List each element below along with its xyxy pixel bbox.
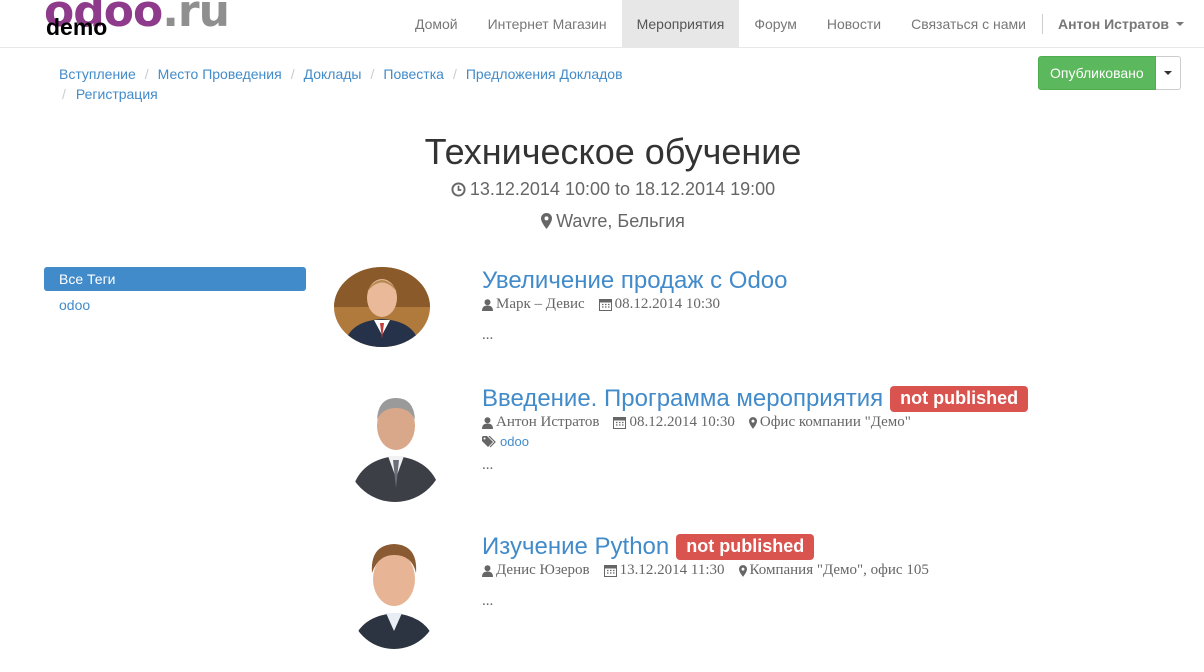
talk-tags: odoo — [482, 434, 1028, 449]
talk-place-text: Компания "Демо", офис 105 — [749, 562, 929, 578]
event-date: 13.12.2014 10:00 to 18.12.2014 19:00 — [0, 178, 1204, 200]
user-menu[interactable]: Антон Истратов — [1043, 0, 1204, 47]
talk-body: Увеличение продаж с Odoo Марк – Девис 08… — [482, 267, 787, 344]
nav-news[interactable]: Новости — [812, 0, 896, 47]
breadcrumb-agenda[interactable]: Повестка — [383, 64, 444, 85]
talk-body: Изучение Python not published Денис Юзер… — [482, 533, 943, 610]
main-menu: Домой Интернет Магазин Мероприятия Форум… — [400, 0, 1204, 47]
map-marker-icon — [541, 213, 553, 229]
talk-speaker-name: Антон Истратов — [496, 414, 600, 430]
talk-speaker-name: Марк – Девис — [496, 296, 585, 312]
speaker-photo — [334, 267, 430, 347]
calendar-icon — [613, 417, 627, 429]
talk-title: Изучение Python not published — [482, 533, 943, 561]
breadcrumb-intro[interactable]: Вступление — [59, 64, 136, 85]
event-location-text: Wavre, Бельгия — [556, 211, 685, 231]
talk-speaker: Марк – Девис — [482, 296, 585, 313]
talk-place-text: Офис компании "Демо" — [759, 414, 911, 430]
calendar-icon — [603, 565, 617, 577]
user-icon — [482, 298, 493, 311]
talk-speaker-name: Денис Юзеров — [496, 562, 590, 578]
talk-title: Увеличение продаж с Odoo — [482, 267, 787, 295]
top-navbar: odoo.ru demo Домой Интернет Магазин Меро… — [0, 0, 1204, 48]
tag-filter-sidebar: Все Теги odoo — [44, 267, 306, 317]
speaker-avatar — [346, 386, 444, 502]
caret-down-icon — [1163, 71, 1172, 75]
user-icon — [482, 416, 493, 429]
breadcrumb-separator: / — [370, 66, 375, 82]
breadcrumb: Вступление / Место Проведения / Доклады … — [59, 64, 739, 105]
breadcrumb-separator: / — [452, 66, 457, 82]
talk-speaker: Денис Юзеров — [482, 562, 590, 579]
nav-shop[interactable]: Интернет Магазин — [473, 0, 622, 47]
talk-tag-odoo[interactable]: odoo — [500, 434, 529, 449]
talk-datetime-text: 08.12.2014 10:30 — [629, 414, 735, 430]
tag-odoo[interactable]: odoo — [44, 293, 306, 317]
not-published-badge: not published — [676, 534, 815, 560]
talk-datetime: 13.12.2014 11:30 — [603, 562, 725, 579]
user-name: Антон Истратов — [1057, 15, 1169, 32]
tag-all[interactable]: Все Теги — [44, 267, 306, 291]
site-logo[interactable]: odoo.ru demo — [44, 0, 234, 46]
talk-summary: ... — [482, 327, 494, 343]
talk-datetime-text: 08.12.2014 10:30 — [614, 296, 721, 312]
talk-place: Компания "Демо", офис 105 — [738, 562, 929, 579]
calendar-icon — [598, 299, 612, 311]
user-icon — [482, 564, 493, 577]
breadcrumb-proposals[interactable]: Предложения Докладов — [466, 64, 623, 85]
breadcrumb-separator: / — [290, 66, 295, 82]
nav-events[interactable]: Мероприятия — [621, 0, 740, 47]
nav-home[interactable]: Домой — [400, 0, 473, 47]
breadcrumb-separator: / — [144, 66, 149, 82]
speaker-photo — [346, 386, 444, 502]
breadcrumb-separator: / — [62, 86, 66, 102]
talk-summary: ... — [482, 593, 494, 609]
breadcrumb-talks[interactable]: Доклады — [304, 64, 362, 85]
talk-datetime: 08.12.2014 10:30 — [598, 296, 721, 313]
map-marker-icon — [748, 416, 757, 429]
talk-place: Офис компании "Демо" — [748, 414, 911, 431]
map-marker-icon — [738, 564, 747, 577]
talk-datetime-text: 13.12.2014 11:30 — [619, 562, 725, 578]
talk-summary: ... — [482, 457, 494, 473]
talk-title-link[interactable]: Введение. Программа мероприятия — [482, 385, 883, 413]
publish-dropdown-toggle[interactable] — [1155, 56, 1181, 90]
logo-demo-overlay: demo — [46, 14, 108, 40]
talk-meta: Антон Истратов 08.12.2014 10:30 Офис ком… — [482, 414, 1028, 431]
breadcrumb-venue[interactable]: Место Проведения — [158, 64, 282, 85]
publish-button-group: Опубликовано — [1038, 56, 1181, 90]
published-button[interactable]: Опубликовано — [1038, 56, 1156, 90]
speaker-photo — [350, 535, 438, 649]
talk-speaker: Антон Истратов — [482, 414, 599, 431]
talk-title-link[interactable]: Изучение Python — [482, 533, 669, 561]
caret-down-icon — [1176, 21, 1184, 26]
clock-icon — [451, 182, 466, 197]
event-title: Техническое обучение — [424, 131, 802, 172]
talk-meta: Марк – Девис 08.12.2014 10:30 — [482, 296, 787, 313]
speaker-avatar — [350, 535, 438, 649]
nav-forum[interactable]: Форум — [739, 0, 812, 47]
speaker-avatar — [334, 267, 430, 347]
event-location: Wavre, Бельгия — [0, 210, 1204, 232]
talk-title: Введение. Программа мероприятия not publ… — [482, 385, 1029, 413]
talk-body: Введение. Программа мероприятия not publ… — [482, 385, 1029, 474]
breadcrumb-registration[interactable]: Регистрация — [76, 84, 158, 105]
not-published-badge: not published — [890, 386, 1029, 412]
nav-contact[interactable]: Связаться с нами — [896, 0, 1041, 47]
talk-title-link[interactable]: Увеличение продаж с Odoo — [482, 267, 787, 295]
tag-icon — [482, 435, 496, 447]
talk-datetime: 08.12.2014 10:30 — [613, 414, 735, 431]
event-date-text: 13.12.2014 10:00 to 18.12.2014 19:00 — [469, 179, 776, 199]
talk-meta: Денис Юзеров 13.12.2014 11:30 Компания "… — [482, 562, 943, 579]
